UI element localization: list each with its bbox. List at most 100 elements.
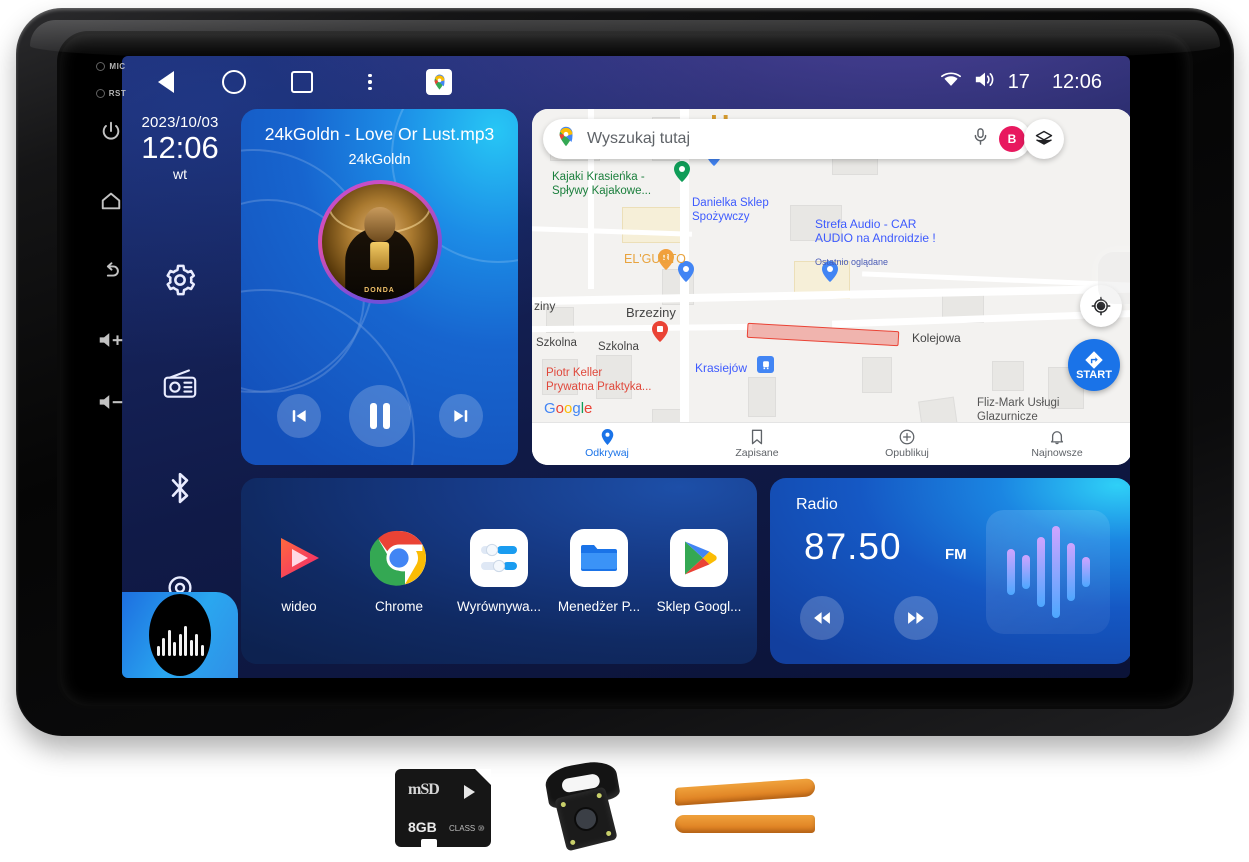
left-sidebar: 2023/10/03 12:06 wt — [122, 108, 238, 678]
bezel-side-buttons: MIC RST — [84, 62, 138, 502]
status-clock: 12:06 — [1051, 70, 1102, 93]
start-navigation-button[interactable]: START — [1068, 339, 1120, 391]
app-shortcut[interactable]: Wyrównywa... — [453, 528, 545, 614]
radio-band: FM — [945, 546, 967, 563]
back-icon[interactable] — [154, 70, 178, 94]
microphone-icon[interactable] — [972, 127, 989, 151]
overflow-icon[interactable] — [358, 70, 382, 94]
pause-icon — [369, 403, 390, 429]
video-player-icon — [270, 529, 328, 587]
pry-tool-straight — [675, 815, 815, 833]
avatar[interactable]: B — [999, 126, 1025, 152]
sidebar-weekday: wt — [173, 165, 187, 182]
app-shortcut[interactable]: Chrome — [353, 529, 445, 614]
next-track-button[interactable] — [438, 394, 483, 438]
map-tab-label: Odkrywaj — [585, 447, 629, 459]
file-manager-icon — [570, 528, 628, 587]
app-label: Chrome — [374, 598, 423, 614]
sidebar-music-shortcut[interactable] — [122, 592, 238, 678]
map-tab-label: Zapisane — [735, 447, 779, 459]
radio-card[interactable]: Radio 87.50 FM — [770, 478, 1130, 664]
radio-title: Radio — [796, 496, 838, 513]
sidebar-item-radio[interactable] — [160, 364, 200, 404]
route-highlight — [746, 322, 900, 347]
accessories-row: mSD 8GB CLASS ⑩ — [395, 758, 815, 858]
google-maps-card[interactable]: ▌▐ ⸺ ⸺ Kajaki Krasieńka - Spływy Kajakow… — [532, 109, 1130, 465]
app-label: Wyrównywa... — [457, 598, 541, 614]
map-pin-green[interactable] — [674, 161, 690, 182]
chrome-icon — [370, 529, 428, 587]
map-tab-odkrywaj[interactable]: Odkrywaj — [532, 429, 682, 459]
google-logo: Google — [544, 400, 593, 417]
track-artist: 24kGoldn — [348, 152, 411, 168]
track-title: 24kGoldn - Love Or Lust.mp3 — [264, 124, 495, 144]
album-art: DONDA — [317, 180, 442, 304]
pause-button[interactable] — [348, 385, 411, 447]
map-search-input[interactable]: Wyszukaj tutaj — [587, 130, 962, 148]
reset-label: RST — [95, 89, 127, 98]
home-button[interactable] — [99, 190, 123, 212]
app-shortcut[interactable]: wideo — [253, 529, 345, 614]
app-label: Menedżer P... — [557, 598, 641, 614]
previous-track-button[interactable] — [276, 394, 321, 438]
microsd-brand: mSD — [408, 781, 440, 798]
app-label: Sklep Googl... — [656, 598, 742, 614]
map-label: Szkolna — [598, 341, 639, 353]
map-label: ziny — [534, 299, 556, 313]
player-controls — [241, 385, 518, 447]
android-status-bar: 17 12:06 — [122, 56, 1130, 108]
map-search-bar[interactable]: Wyszukaj tutaj B — [543, 119, 1031, 159]
map-bottom-nav: Odkrywaj Zapisane Opublikuj Najnowsze — [532, 422, 1130, 465]
map-label: Brzeziny — [626, 305, 676, 320]
map-tab-zapisane[interactable]: Zapisane — [682, 429, 832, 459]
music-player-card[interactable]: 24kGoldn - Love Or Lust.mp3 24kGoldn DON… — [241, 109, 518, 465]
map-tab-opublikuj[interactable]: Opublikuj — [832, 429, 982, 459]
map-pin-clinic[interactable] — [652, 321, 668, 342]
map-label: EL'GUSTO — [624, 252, 686, 266]
home-icon[interactable] — [222, 70, 246, 94]
album-caption: DONDA — [364, 287, 395, 295]
volume-level: 17 — [1007, 70, 1030, 93]
sidebar-time: 12:06 — [141, 130, 219, 165]
volume-knob[interactable] — [1098, 252, 1130, 304]
sidebar-item-bluetooth[interactable] — [160, 468, 200, 508]
reset-hole-icon — [95, 89, 105, 98]
volume-up-button[interactable] — [98, 330, 124, 350]
play-store-icon — [670, 528, 728, 587]
recents-icon[interactable] — [290, 70, 314, 94]
maps-icon[interactable] — [426, 69, 452, 95]
radio-next-button[interactable] — [894, 596, 938, 640]
app-shortcut[interactable]: Sklep Googl... — [653, 528, 745, 614]
sidebar-date: 2023/10/03 — [141, 114, 219, 131]
radio-prev-button[interactable] — [800, 596, 844, 640]
app-shortcuts-card[interactable]: wideo Chrome Wyrównywa... Menedżer P... Skle… — [241, 478, 757, 664]
touchscreen[interactable]: 17 12:06 2023/10/03 12:06 wt 24kGoldn - … — [122, 56, 1130, 678]
microsd-class: CLASS ⑩ — [449, 824, 485, 833]
microsd-capacity: 8GB — [408, 819, 437, 835]
map-tab-najnowsze[interactable]: Najnowsze — [982, 429, 1130, 459]
volume-icon — [974, 70, 996, 95]
volume-down-button[interactable] — [98, 392, 124, 412]
map-label: Strefa Audio - CAR AUDIO na Androidzie ! — [815, 217, 936, 246]
map-label: Krasiejów — [695, 361, 748, 375]
wifi-icon — [940, 71, 962, 94]
rear-view-camera — [540, 758, 626, 854]
start-label: START — [1076, 369, 1112, 381]
map-label: Danielka Sklep Spożywczy — [692, 197, 769, 223]
layers-icon[interactable] — [1024, 119, 1064, 159]
map-transit-badge[interactable] — [757, 356, 774, 373]
sidebar-item-settings[interactable] — [160, 260, 200, 300]
status-indicators: 17 12:06 — [940, 70, 1102, 95]
back-button[interactable] — [100, 260, 123, 282]
map-label: Piotr Keller Prywatna Praktyka... — [546, 367, 652, 393]
app-shortcuts-row: wideo Chrome Wyrównywa... Menedżer P... Skle… — [241, 478, 757, 664]
microsd-card: mSD 8GB CLASS ⑩ — [395, 769, 491, 848]
power-button[interactable] — [100, 120, 122, 142]
app-shortcut[interactable]: Menedżer P... — [553, 528, 645, 614]
mic-label: MIC — [96, 62, 125, 71]
map-label: Kolejowa — [912, 331, 961, 345]
equalizer-icon — [470, 528, 528, 587]
radio-frequency: 87.50 — [804, 526, 902, 567]
sound-wave-icon — [149, 594, 211, 676]
map-label: Fliz-Mark Usługi Glazurnicze — [977, 397, 1060, 423]
